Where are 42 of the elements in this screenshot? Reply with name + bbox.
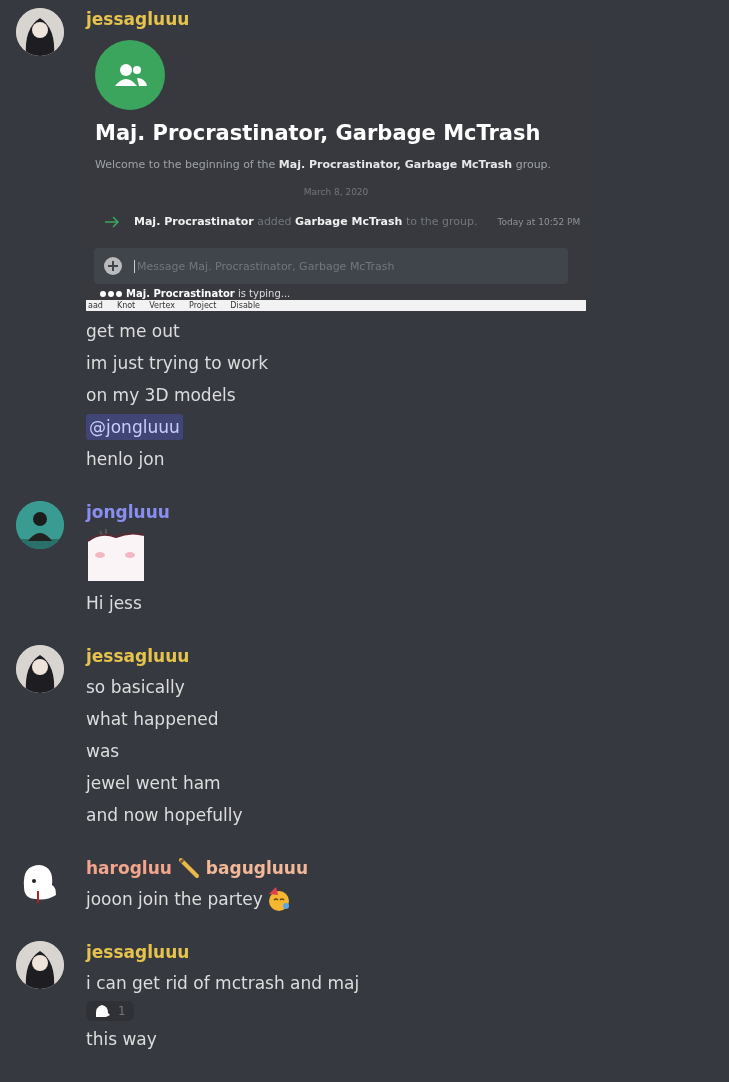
avatar[interactable] xyxy=(16,645,64,693)
message-text: on my 3D models xyxy=(86,384,237,407)
group-icon xyxy=(95,40,165,110)
toolbar-label: aad xyxy=(88,300,103,311)
pencil-emoji-icon xyxy=(177,857,200,879)
date-divider: March 8, 2020 xyxy=(303,187,369,197)
message-text: Hi jess xyxy=(86,592,143,615)
plus-icon[interactable] xyxy=(104,257,122,275)
toolbar-label: Vertex xyxy=(149,300,175,311)
message-text: jooon join the partey xyxy=(86,883,309,915)
username[interactable]: jessagluuu xyxy=(86,942,190,962)
toolbar-label: Project xyxy=(188,300,217,311)
ghost-emoji-icon xyxy=(94,1003,110,1019)
message-text: and now hopefully xyxy=(86,804,243,827)
welcome-text: Welcome to the beginning of the Maj. Procrastinator, Garbage McTrash group. xyxy=(95,158,553,171)
message-text: jewel went ham xyxy=(86,772,222,795)
reaction-count: 1 xyxy=(118,1004,126,1018)
message-text: henlo jon xyxy=(86,448,166,471)
message-text: im just trying to work xyxy=(86,352,270,375)
avatar[interactable] xyxy=(16,8,64,56)
username[interactable]: bagugluuu xyxy=(205,858,309,878)
toolbar-label: Knot xyxy=(116,300,136,311)
arrow-icon xyxy=(104,215,120,228)
username[interactable]: jessagluuu xyxy=(86,646,190,666)
message-text: was xyxy=(86,740,121,763)
username[interactable]: jessagluuu xyxy=(86,9,190,29)
message-text: what happened xyxy=(86,708,220,731)
timestamp: Today at 10:52 PM xyxy=(497,216,581,227)
avatar[interactable] xyxy=(16,941,64,989)
system-message: Maj. Procrastinator added Garbage McTrash to the group. xyxy=(134,215,478,228)
typing-indicator: Maj. Procrastinator is typing... xyxy=(126,288,291,299)
message-text: i can get rid of mctrash and maj xyxy=(86,972,360,995)
message-text: so basically xyxy=(86,676,186,699)
sticker xyxy=(86,529,146,581)
username[interactable]: harogluu xyxy=(86,858,172,878)
user-mention[interactable]: @jongluuu xyxy=(86,414,183,440)
typing-dots-icon xyxy=(100,290,122,297)
message-text: this way xyxy=(86,1028,158,1051)
username[interactable]: jongluuu xyxy=(86,502,170,522)
group-title: Maj. Procrastinator, Garbage McTrash xyxy=(95,120,542,147)
message-text: get me out xyxy=(86,320,181,343)
toolbar-label: Disable xyxy=(230,300,261,311)
